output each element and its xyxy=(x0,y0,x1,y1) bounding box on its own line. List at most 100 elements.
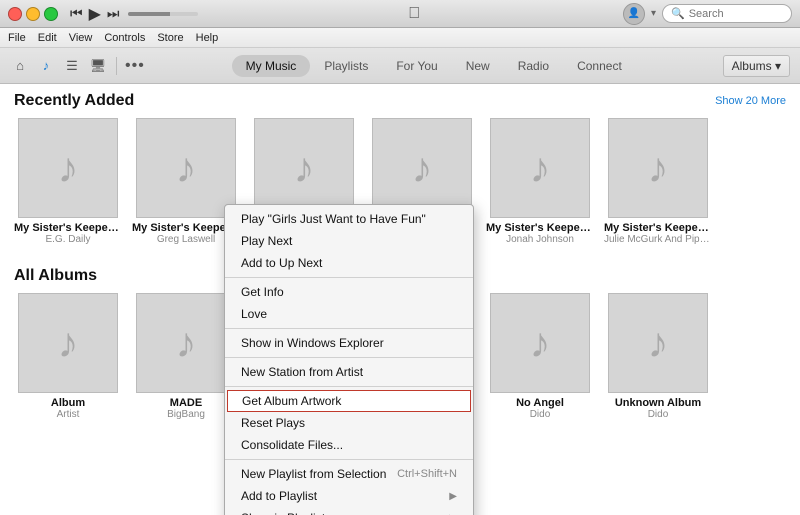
album-item[interactable]: ♪ My Sister's Keeper OST Julie McGurk An… xyxy=(604,118,712,245)
screen-icon[interactable]: 🖥 xyxy=(88,56,108,76)
album-artist: Julie McGurk And Pipe Maj… xyxy=(604,234,712,245)
user-icon[interactable]: 👤 xyxy=(623,3,645,25)
tab-playlists[interactable]: Playlists xyxy=(310,55,382,77)
album-item[interactable]: ♪ Album Artist xyxy=(14,293,122,420)
ctx-add-up-next[interactable]: Add to Up Next xyxy=(225,252,473,274)
transport-controls: ⏮ ▶ ⏭ xyxy=(70,4,120,24)
tab-new[interactable]: New xyxy=(452,55,504,77)
ctx-love[interactable]: Love xyxy=(225,303,473,325)
album-artist: Artist xyxy=(14,409,122,420)
home-icon[interactable]: ⌂ xyxy=(10,56,30,76)
user-search-area: 👤 ▾ 🔍 xyxy=(623,3,792,25)
ctx-separator xyxy=(225,277,473,278)
list-icon[interactable]: ☰ xyxy=(62,56,82,76)
menu-view[interactable]: View xyxy=(69,32,93,44)
ctx-arrow-icon: ▶ xyxy=(449,491,457,502)
ctx-play-song[interactable]: Play "Girls Just Want to Have Fun" xyxy=(225,208,473,230)
album-art: ♪ xyxy=(136,293,236,393)
menu-store[interactable]: Store xyxy=(157,32,183,44)
maximize-button[interactable] xyxy=(44,7,58,21)
menu-help[interactable]: Help xyxy=(196,32,219,44)
album-art: ♪ xyxy=(608,118,708,218)
album-artist: Dido xyxy=(604,409,712,420)
album-art: ♪ xyxy=(18,118,118,218)
album-art: ♪ xyxy=(608,293,708,393)
menu-controls[interactable]: Controls xyxy=(104,32,145,44)
album-name: Unknown Album xyxy=(604,397,712,409)
music-note-icon: ♪ xyxy=(294,144,315,192)
album-name: No Angel xyxy=(486,397,594,409)
toolbar: ⌂ ♪ ☰ 🖥 ••• My Music Playlists For You N… xyxy=(0,48,800,84)
rewind-button[interactable]: ⏮ xyxy=(70,5,83,22)
menu-bar: File Edit View Controls Store Help xyxy=(0,28,800,48)
play-button[interactable]: ▶ xyxy=(89,4,101,24)
recently-added-title: Recently Added xyxy=(14,92,134,110)
album-art: ♪ xyxy=(254,118,354,218)
ctx-show-explorer[interactable]: Show in Windows Explorer xyxy=(225,332,473,354)
window-controls xyxy=(8,7,58,21)
volume-slider[interactable] xyxy=(128,12,198,16)
music-note-icon: ♪ xyxy=(648,319,669,367)
apple-logo:  xyxy=(206,5,623,23)
all-albums-title: All Albums xyxy=(14,267,97,285)
music-icon[interactable]: ♪ xyxy=(36,56,56,76)
search-input[interactable] xyxy=(689,8,789,20)
ctx-separator xyxy=(225,459,473,460)
ctx-play-next[interactable]: Play Next xyxy=(225,230,473,252)
ctx-add-to-playlist[interactable]: Add to Playlist ▶ xyxy=(225,485,473,507)
close-button[interactable] xyxy=(8,7,22,21)
user-dropdown-arrow[interactable]: ▾ xyxy=(651,8,656,19)
music-note-icon: ♪ xyxy=(648,144,669,192)
menu-file[interactable]: File xyxy=(8,32,26,44)
title-bar: ⏮ ▶ ⏭  👤 ▾ 🔍 xyxy=(0,0,800,28)
ctx-new-station[interactable]: New Station from Artist xyxy=(225,361,473,383)
album-item[interactable]: ♪ My Sister's Keeper OST E.G. Daily xyxy=(14,118,122,245)
music-note-icon: ♪ xyxy=(176,319,197,367)
album-name: Album xyxy=(14,397,122,409)
context-menu: Play "Girls Just Want to Have Fun" Play … xyxy=(224,204,474,515)
recently-added-header: Recently Added Show 20 More xyxy=(0,84,800,114)
albums-dropdown-button[interactable]: Albums ▾ xyxy=(723,55,790,77)
ctx-shortcut: Ctrl+Shift+N xyxy=(397,468,457,480)
ctx-get-artwork[interactable]: Get Album Artwork xyxy=(227,390,471,412)
show-more-link[interactable]: Show 20 More xyxy=(715,95,786,107)
album-art: ♪ xyxy=(136,118,236,218)
tab-for-you[interactable]: For You xyxy=(382,55,451,77)
tab-my-music[interactable]: My Music xyxy=(232,55,311,77)
toolbar-divider xyxy=(116,57,117,75)
album-art: ♪ xyxy=(18,293,118,393)
tab-radio[interactable]: Radio xyxy=(504,55,563,77)
ctx-new-playlist[interactable]: New Playlist from Selection Ctrl+Shift+N xyxy=(225,463,473,485)
album-artist: Jonah Johnson xyxy=(486,234,594,245)
album-name: My Sister's Keeper OST xyxy=(486,222,594,234)
ctx-reset-plays[interactable]: Reset Plays xyxy=(225,412,473,434)
music-note-icon: ♪ xyxy=(412,144,433,192)
album-item[interactable]: ♪ No Angel Dido xyxy=(486,293,594,420)
album-art: ♪ xyxy=(490,118,590,218)
album-item[interactable]: ♪ Unknown Album Dido xyxy=(604,293,712,420)
more-options-icon[interactable]: ••• xyxy=(125,57,145,75)
forward-button[interactable]: ⏭ xyxy=(107,5,120,22)
album-artist: Dido xyxy=(486,409,594,420)
music-note-icon: ♪ xyxy=(530,144,551,192)
album-art: ♪ xyxy=(490,293,590,393)
ctx-separator xyxy=(225,357,473,358)
menu-edit[interactable]: Edit xyxy=(38,32,57,44)
toolbar-left: ⌂ ♪ ☰ 🖥 ••• xyxy=(10,56,145,76)
minimize-button[interactable] xyxy=(26,7,40,21)
ctx-consolidate[interactable]: Consolidate Files... xyxy=(225,434,473,456)
music-note-icon: ♪ xyxy=(530,319,551,367)
album-item[interactable]: ♪ My Sister's Keeper OST Jonah Johnson xyxy=(486,118,594,245)
album-artist: E.G. Daily xyxy=(14,234,122,245)
search-icon: 🔍 xyxy=(671,7,685,20)
nav-tabs: My Music Playlists For You New Radio Con… xyxy=(153,55,715,77)
album-name: My Sister's Keeper OST xyxy=(604,222,712,234)
ctx-get-info[interactable]: Get Info xyxy=(225,281,473,303)
music-note-icon: ♪ xyxy=(58,144,79,192)
tab-connect[interactable]: Connect xyxy=(563,55,636,77)
search-box[interactable]: 🔍 xyxy=(662,4,792,23)
ctx-separator xyxy=(225,328,473,329)
ctx-separator xyxy=(225,386,473,387)
album-name: My Sister's Keeper OST xyxy=(14,222,122,234)
ctx-show-in-playlist[interactable]: Show in Playlist ▶ xyxy=(225,507,473,515)
